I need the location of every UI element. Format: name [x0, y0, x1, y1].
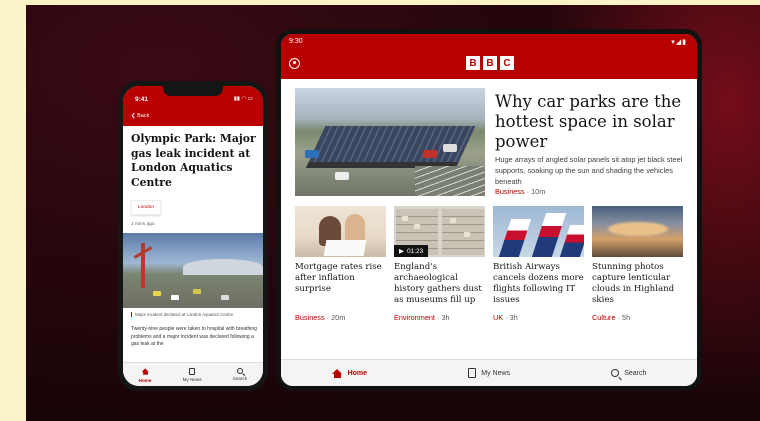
vehicle-shape: [193, 289, 201, 294]
tablet-screen: 9:30 ▾◢▮ B B C Why car parks are the hot…: [281, 34, 697, 386]
home-icon: [331, 368, 343, 378]
account-icon[interactable]: [289, 58, 300, 69]
story-card[interactable]: British Airways cancels dozens more flig…: [493, 206, 584, 322]
story-section-link[interactable]: UK: [493, 313, 503, 322]
phone-status-time: 9:41: [135, 96, 149, 103]
tablet-status-time: 9:30: [289, 38, 303, 45]
nav-my-news-label: My News: [481, 369, 511, 377]
tablet-header: 9:30 ▾◢▮ B B C: [281, 34, 697, 79]
bbc-logo[interactable]: B B C: [466, 56, 514, 70]
story-meta: Business · 20m: [295, 313, 386, 322]
logo-letter: B: [483, 56, 497, 70]
image-caption: Major incident declared at London Aquati…: [131, 312, 257, 317]
video-duration: 01:23: [407, 247, 424, 255]
nav-search[interactable]: Search: [611, 369, 646, 377]
car-shape: [305, 150, 319, 158]
promo-stage: 9:30 ▾◢▮ B B C Why car parks are the hot…: [26, 5, 760, 421]
phone-header: 9:41 ▮▮ ◠ ▭ ❮ Back: [123, 86, 263, 126]
story-time: 3h: [441, 313, 450, 322]
story-meta: Culture · 5h: [592, 313, 683, 322]
story-card[interactable]: ▶ 01:23 England's archaeological history…: [394, 206, 485, 322]
story-thumbnail: [592, 206, 683, 257]
nav-my-news-label: My News: [182, 376, 202, 382]
back-button[interactable]: ❮ Back: [131, 113, 149, 119]
nav-my-news[interactable]: My News: [468, 368, 510, 378]
vehicle-shape: [153, 291, 161, 296]
story-cards: Mortgage rates rise after inflation surp…: [295, 206, 683, 322]
meta-separator: ·: [326, 313, 330, 322]
story-time: 20m: [331, 313, 346, 322]
story-thumbnail: [295, 206, 386, 257]
tablet-status-icons: ▾◢▮: [671, 39, 687, 46]
phone-status-icons: ▮▮ ◠ ▭: [233, 96, 253, 102]
article-image: [123, 233, 263, 308]
my-news-icon: [468, 368, 477, 378]
story-card[interactable]: Mortgage rates rise after inflation surp…: [295, 206, 386, 322]
hero-image[interactable]: [295, 88, 485, 196]
phone-device: 9:41 ▮▮ ◠ ▭ ❮ Back Olympic Park: Major g…: [118, 81, 268, 391]
hero-time: 10m: [531, 187, 546, 196]
tablet-device: 9:30 ▾◢▮ B B C Why car parks are the hot…: [276, 29, 702, 391]
search-icon: [237, 368, 244, 374]
search-icon: [611, 369, 620, 377]
story-thumbnail: [493, 206, 584, 257]
nav-my-news[interactable]: My News: [182, 367, 202, 382]
aquatics-roof-shape: [183, 259, 263, 275]
story-section-link[interactable]: Environment: [394, 313, 435, 322]
phone-screen: 9:41 ▮▮ ◠ ▭ ❮ Back Olympic Park: Major g…: [123, 86, 263, 386]
story-section-link[interactable]: Culture: [592, 313, 616, 322]
story-time: 5h: [622, 313, 631, 322]
story-time: 3h: [509, 313, 518, 322]
story-meta: Environment · 3h: [394, 313, 485, 322]
logo-letter: C: [500, 56, 514, 70]
hero-summary: Huge arrays of angled solar panels sit a…: [495, 155, 683, 186]
home-icon: [141, 367, 149, 375]
hero-section-link[interactable]: Business: [495, 187, 525, 196]
nav-home-label: Home: [138, 377, 152, 383]
story-meta: UK · 3h: [493, 313, 584, 322]
logo-letter: B: [466, 56, 480, 70]
car-shape: [423, 150, 437, 158]
story-headline[interactable]: England's archaeological history gathers…: [394, 262, 485, 306]
play-icon: ▶: [399, 248, 404, 255]
nav-search-label: Search: [232, 376, 248, 381]
article-timestamp: 2 mins ago: [131, 222, 155, 227]
story-card[interactable]: Stunning photos capture lenticular cloud…: [592, 206, 683, 322]
vehicle-shape: [221, 295, 229, 300]
story-headline[interactable]: Stunning photos capture lenticular cloud…: [592, 262, 683, 306]
vehicle-shape: [171, 295, 179, 300]
nav-home-label: Home: [347, 369, 368, 377]
story-section-link[interactable]: Business: [295, 313, 325, 322]
story-headline[interactable]: Mortgage rates rise after inflation surp…: [295, 262, 386, 306]
meta-separator: ·: [505, 313, 508, 322]
tablet-bottom-nav: Home My News Search: [281, 359, 697, 386]
story-headline[interactable]: British Airways cancels dozens more flig…: [493, 262, 584, 306]
back-label: Back: [137, 113, 150, 119]
nav-home[interactable]: Home: [138, 367, 152, 383]
nav-search-label: Search: [624, 369, 647, 377]
car-shape: [443, 144, 457, 152]
nav-home[interactable]: Home: [331, 368, 368, 378]
phone-notch: [163, 86, 223, 96]
my-news-icon: [189, 367, 196, 375]
hero-meta: Business · 10m: [495, 187, 545, 196]
meta-separator: ·: [526, 187, 530, 196]
article-headline: Olympic Park: Major gas leak incident at…: [131, 132, 256, 189]
video-badge[interactable]: ▶ 01:23: [394, 245, 429, 257]
meta-separator: ·: [617, 313, 620, 322]
back-chevron-icon: ❮: [131, 113, 136, 119]
story-thumbnail: ▶ 01:23: [394, 206, 485, 257]
parking-lines: [415, 166, 485, 196]
topic-tag[interactable]: London: [131, 200, 162, 215]
meta-separator: ·: [437, 313, 440, 322]
article-body: Twenty-nine people were taken to hospita…: [131, 326, 257, 347]
car-shape: [335, 172, 349, 180]
nav-search[interactable]: Search: [232, 368, 248, 381]
phone-bottom-nav: Home My News Search: [123, 362, 263, 386]
hero-headline[interactable]: Why car parks are the hottest space in s…: [495, 92, 695, 152]
